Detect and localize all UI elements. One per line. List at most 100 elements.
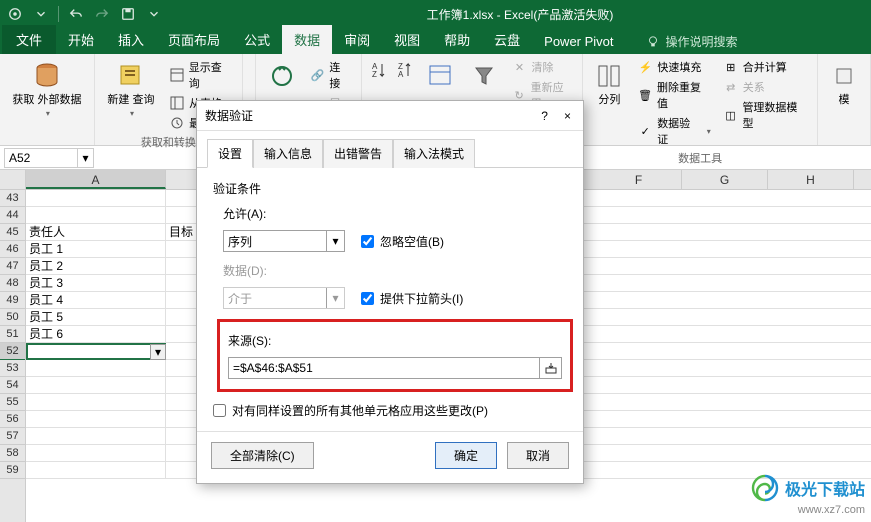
cell[interactable]: 员工 6	[26, 326, 166, 342]
undo-icon[interactable]	[67, 5, 85, 23]
sort-button[interactable]	[420, 58, 460, 94]
cell[interactable]: 员工 3	[26, 275, 166, 291]
chevron-down-icon[interactable]	[32, 5, 50, 23]
row-header[interactable]: 55	[0, 394, 25, 411]
cell[interactable]	[26, 360, 166, 376]
chevron-down-icon: ▾	[326, 288, 344, 308]
show-queries-button[interactable]: 显示查询	[165, 58, 236, 92]
col-header-f[interactable]: F	[596, 170, 682, 189]
ignore-blank-checkbox[interactable]: 忽略空值(B)	[361, 233, 444, 250]
tab-view[interactable]: 视图	[382, 25, 432, 54]
filter-icon	[468, 60, 500, 92]
row-header[interactable]: 47	[0, 258, 25, 275]
sort-za-button[interactable]: ZA	[394, 58, 416, 82]
col-header-g[interactable]: G	[682, 170, 768, 189]
tab-formulas[interactable]: 公式	[232, 25, 282, 54]
cell[interactable]	[26, 190, 166, 206]
remove-duplicates-button[interactable]: 🗑删除重复值	[633, 78, 714, 112]
name-box[interactable]: A52 ▾	[4, 148, 94, 168]
tab-cloud[interactable]: 云盘	[482, 25, 532, 54]
sort-az-button[interactable]: AZ	[368, 58, 390, 82]
row-header[interactable]: 56	[0, 411, 25, 428]
connections-button[interactable]: 🔗连接	[306, 58, 355, 92]
new-query-button[interactable]: 新建 查询▾	[101, 58, 161, 122]
dropdown-checkbox[interactable]: 提供下拉箭头(I)	[361, 290, 463, 307]
cell[interactable]	[26, 394, 166, 410]
cell[interactable]	[26, 411, 166, 427]
row-header[interactable]: 49	[0, 292, 25, 309]
tab-input-message[interactable]: 输入信息	[253, 139, 323, 168]
tab-layout[interactable]: 页面布局	[156, 25, 232, 54]
source-highlight: 来源(S):	[217, 319, 573, 392]
close-button[interactable]: ×	[560, 109, 575, 123]
chevron-down-icon[interactable]: ▾	[77, 149, 93, 167]
tab-review[interactable]: 审阅	[332, 25, 382, 54]
row-header[interactable]: 59	[0, 462, 25, 479]
tab-data[interactable]: 数据	[282, 25, 332, 54]
tab-error-alert[interactable]: 出错警告	[323, 139, 393, 168]
row-header[interactable]: 53	[0, 360, 25, 377]
range-picker-icon[interactable]	[539, 358, 561, 378]
ok-button[interactable]: 确定	[435, 442, 497, 469]
row-header[interactable]: 54	[0, 377, 25, 394]
help-button[interactable]: ?	[537, 109, 552, 123]
apply-all-checkbox[interactable]: 对有同样设置的所有其他单元格应用这些更改(P)	[213, 402, 567, 419]
cell[interactable]: 员工 2	[26, 258, 166, 274]
flash-fill-button[interactable]: ⚡快速填充	[633, 58, 714, 76]
get-external-data-button[interactable]: 获取 外部数据▾	[6, 58, 88, 122]
sort-icon	[424, 60, 456, 92]
table-icon	[169, 67, 185, 83]
row-header[interactable]: 52	[0, 343, 25, 360]
save-icon[interactable]	[119, 5, 137, 23]
autosave-icon[interactable]	[6, 5, 24, 23]
clear-all-button[interactable]: 全部清除(C)	[211, 442, 314, 469]
row-header[interactable]: 45	[0, 224, 25, 241]
row-header[interactable]: 46	[0, 241, 25, 258]
cancel-button[interactable]: 取消	[507, 442, 569, 469]
cell[interactable]	[26, 462, 166, 478]
tab-settings[interactable]: 设置	[207, 139, 253, 168]
consolidate-button[interactable]: ⊞合并计算	[719, 58, 811, 76]
row-header[interactable]: 57	[0, 428, 25, 445]
tab-insert[interactable]: 插入	[106, 25, 156, 54]
cell[interactable]: 员工 4	[26, 292, 166, 308]
cell[interactable]: 员工 5	[26, 309, 166, 325]
row-header[interactable]: 50	[0, 309, 25, 326]
row-header[interactable]: 43	[0, 190, 25, 207]
data-model-button[interactable]: ◫管理数据模型	[719, 98, 811, 132]
window-title: 工作簿1.xlsx - Excel(产品激活失败)	[169, 6, 871, 23]
tab-help[interactable]: 帮助	[432, 25, 482, 54]
chevron-down-icon[interactable]	[145, 5, 163, 23]
text-to-columns-button[interactable]: 分列	[589, 58, 629, 109]
dedup-icon: 🗑	[637, 87, 653, 103]
tab-file[interactable]: 文件	[2, 25, 56, 54]
cell[interactable]	[26, 445, 166, 461]
row-headers: 4344454647484950515253545556575859	[0, 170, 26, 522]
cell[interactable]	[26, 207, 166, 223]
row-header[interactable]: 44	[0, 207, 25, 224]
row-header[interactable]: 58	[0, 445, 25, 462]
refresh-all-button[interactable]	[262, 58, 302, 94]
row-header[interactable]: 48	[0, 275, 25, 292]
row-header[interactable]: 51	[0, 326, 25, 343]
relations-icon: ⇄	[723, 79, 739, 95]
allow-select[interactable]: 序列 ▾	[223, 230, 345, 252]
tab-powerpivot[interactable]: Power Pivot	[532, 29, 625, 54]
cell[interactable]	[26, 428, 166, 444]
col-header-h[interactable]: H	[768, 170, 854, 189]
cell[interactable]: 员工 1	[26, 241, 166, 257]
cell[interactable]: 责任人	[26, 224, 166, 240]
cell-dropdown-button[interactable]: ▾	[150, 344, 166, 360]
source-label: 来源(S):	[228, 332, 562, 349]
tab-home[interactable]: 开始	[56, 25, 106, 54]
source-input[interactable]	[229, 361, 539, 375]
col-header-a[interactable]: A	[26, 170, 166, 189]
simulate-button[interactable]: 模	[824, 58, 864, 109]
cell[interactable]	[26, 377, 166, 393]
cell[interactable]	[26, 343, 166, 359]
data-validation-button[interactable]: ✓数据验证▾	[633, 114, 714, 148]
tell-me-search[interactable]: 操作说明搜索	[638, 29, 746, 54]
svg-text:A: A	[398, 70, 404, 79]
filter-button[interactable]	[464, 58, 504, 94]
tab-ime-mode[interactable]: 输入法模式	[393, 139, 475, 168]
